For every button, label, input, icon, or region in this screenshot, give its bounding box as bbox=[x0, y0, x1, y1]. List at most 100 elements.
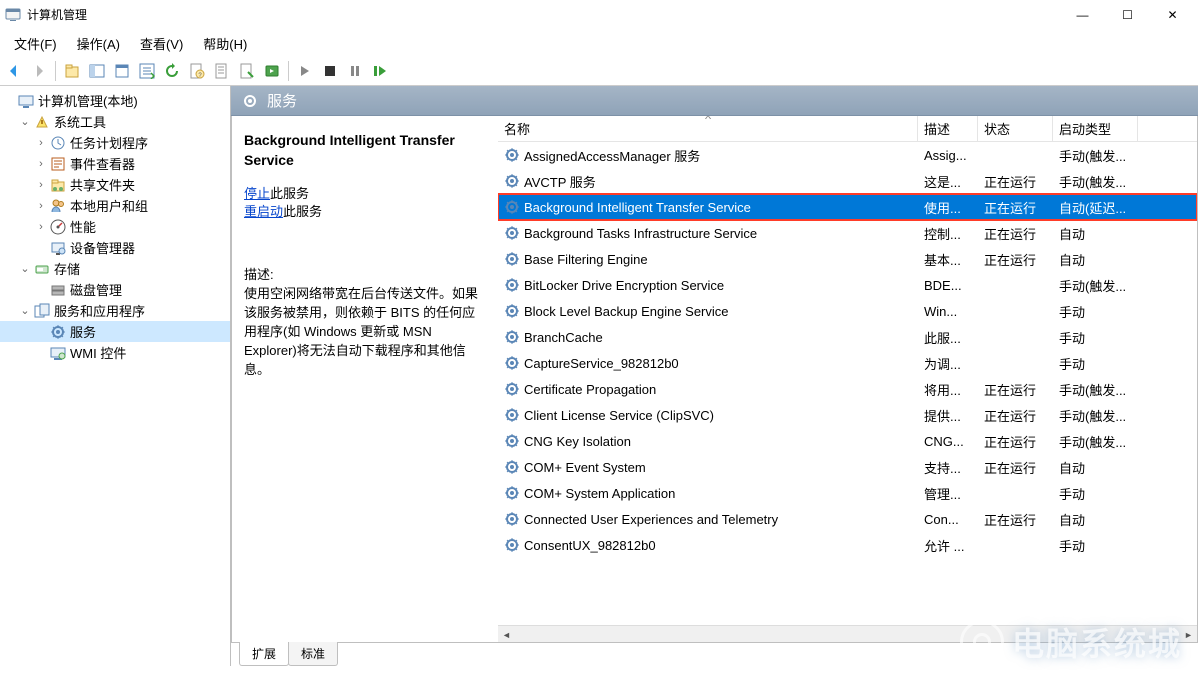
tab-extended[interactable]: 扩展 bbox=[239, 642, 289, 666]
service-name: BranchCache bbox=[524, 330, 603, 345]
tree-disk-management[interactable]: 磁盘管理 bbox=[0, 279, 230, 300]
column-name[interactable]: 名称 bbox=[498, 116, 918, 141]
restart-service-link[interactable]: 重启动 bbox=[244, 204, 283, 219]
service-name: COM+ System Application bbox=[524, 486, 675, 501]
service-desc: 基本... bbox=[918, 250, 978, 269]
expand-icon[interactable]: › bbox=[34, 178, 48, 192]
column-description[interactable]: 描述 bbox=[918, 116, 978, 141]
scroll-left-icon[interactable]: ◄ bbox=[498, 627, 515, 643]
toolbar-btn-2[interactable] bbox=[235, 59, 259, 83]
service-startup: 自动 bbox=[1053, 458, 1138, 477]
service-name: CNG Key Isolation bbox=[524, 434, 631, 449]
service-desc: 将用... bbox=[918, 380, 978, 399]
service-name: Certificate Propagation bbox=[524, 382, 656, 397]
service-startup: 手动 bbox=[1053, 328, 1138, 347]
menu-view[interactable]: 查看(V) bbox=[130, 30, 193, 57]
collapse-icon[interactable]: ⌄ bbox=[18, 115, 32, 129]
properties-button[interactable] bbox=[110, 59, 134, 83]
close-button[interactable]: ✕ bbox=[1150, 0, 1195, 30]
scroll-right-icon[interactable]: ► bbox=[1180, 626, 1197, 642]
service-startup: 自动 bbox=[1053, 510, 1138, 529]
restart-service-button[interactable] bbox=[368, 59, 392, 83]
refresh-button[interactable] bbox=[160, 59, 184, 83]
minimize-button[interactable]: — bbox=[1060, 0, 1105, 30]
service-status: 正在运行 bbox=[978, 458, 1053, 477]
stop-service-button[interactable] bbox=[318, 59, 342, 83]
service-row[interactable]: Background Tasks Infrastructure Service控… bbox=[498, 220, 1197, 246]
service-row[interactable]: Client License Service (ClipSVC)提供...正在运… bbox=[498, 402, 1197, 428]
service-startup: 手动 bbox=[1053, 302, 1138, 321]
tree-event-viewer[interactable]: ›事件查看器 bbox=[0, 153, 230, 174]
toolbar-btn-1[interactable] bbox=[210, 59, 234, 83]
menubar: 文件(F) 操作(A) 查看(V) 帮助(H) bbox=[0, 30, 1198, 56]
tab-standard[interactable]: 标准 bbox=[288, 642, 338, 666]
service-desc: CNG... bbox=[918, 434, 978, 449]
navigation-tree[interactable]: 计算机管理(本地) ⌄系统工具 ›任务计划程序 ›事件查看器 ›共享文件夹 ›本… bbox=[0, 86, 231, 666]
menu-help[interactable]: 帮助(H) bbox=[193, 30, 257, 57]
collapse-icon[interactable]: ⌄ bbox=[18, 262, 32, 276]
service-status: 正在运行 bbox=[978, 172, 1053, 191]
service-desc: 支持... bbox=[918, 458, 978, 477]
expand-icon[interactable]: › bbox=[34, 220, 48, 234]
service-row[interactable]: Base Filtering Engine基本...正在运行自动 bbox=[498, 246, 1197, 272]
service-row[interactable]: COM+ System Application管理...手动 bbox=[498, 480, 1197, 506]
service-row[interactable]: Block Level Backup Engine ServiceWin...手… bbox=[498, 298, 1197, 324]
menu-action[interactable]: 操作(A) bbox=[67, 30, 130, 57]
column-status[interactable]: 状态 bbox=[978, 116, 1053, 141]
view-tabs: 扩展 标准 bbox=[231, 642, 1198, 666]
expand-icon[interactable]: › bbox=[34, 199, 48, 213]
tree-root[interactable]: 计算机管理(本地) bbox=[0, 90, 230, 111]
up-button[interactable] bbox=[60, 59, 84, 83]
service-row[interactable]: CNG Key IsolationCNG...正在运行手动(触发... bbox=[498, 428, 1197, 454]
menu-file[interactable]: 文件(F) bbox=[4, 30, 67, 57]
service-row[interactable]: Connected User Experiences and Telemetry… bbox=[498, 506, 1197, 532]
list-header: 名称 描述 状态 启动类型 bbox=[498, 116, 1197, 142]
service-row[interactable]: ConsentUX_982812b0允许 ...手动 bbox=[498, 532, 1197, 558]
expand-icon[interactable]: › bbox=[34, 136, 48, 150]
column-startup[interactable]: 启动类型 bbox=[1053, 116, 1138, 141]
service-row[interactable]: BitLocker Drive Encryption ServiceBDE...… bbox=[498, 272, 1197, 298]
stop-service-link[interactable]: 停止 bbox=[244, 186, 270, 201]
service-startup: 自动 bbox=[1053, 224, 1138, 243]
service-startup: 手动(触发... bbox=[1053, 432, 1138, 451]
tree-wmi[interactable]: WMI 控件 bbox=[0, 342, 230, 363]
service-row[interactable]: CaptureService_982812b0为调...手动 bbox=[498, 350, 1197, 376]
service-row[interactable]: Background Intelligent Transfer Service使… bbox=[498, 194, 1197, 220]
service-row[interactable]: Certificate Propagation将用...正在运行手动(触发... bbox=[498, 376, 1197, 402]
service-name: Connected User Experiences and Telemetry bbox=[524, 512, 778, 527]
start-service-button[interactable] bbox=[293, 59, 317, 83]
service-desc: 管理... bbox=[918, 484, 978, 503]
service-desc: 使用... bbox=[918, 198, 978, 217]
pause-service-button[interactable] bbox=[343, 59, 367, 83]
service-row[interactable]: BranchCache此服...手动 bbox=[498, 324, 1197, 350]
service-row[interactable]: AssignedAccessManager 服务Assig...手动(触发... bbox=[498, 142, 1197, 168]
tree-storage[interactable]: ⌄存储 bbox=[0, 258, 230, 279]
back-button[interactable] bbox=[2, 59, 26, 83]
collapse-icon[interactable]: ⌄ bbox=[18, 304, 32, 318]
tree-local-users[interactable]: ›本地用户和组 bbox=[0, 195, 230, 216]
service-list[interactable]: 名称 描述 状态 启动类型 AssignedAccessManager 服务As… bbox=[498, 116, 1197, 642]
service-row[interactable]: COM+ Event System支持...正在运行自动 bbox=[498, 454, 1197, 480]
window-title: 计算机管理 bbox=[27, 6, 1060, 23]
expand-icon[interactable]: › bbox=[34, 157, 48, 171]
service-startup: 自动 bbox=[1053, 250, 1138, 269]
service-startup: 手动(触发... bbox=[1053, 146, 1138, 165]
tree-shared-folders[interactable]: ›共享文件夹 bbox=[0, 174, 230, 195]
export-button[interactable] bbox=[135, 59, 159, 83]
maximize-button[interactable]: ☐ bbox=[1105, 0, 1150, 30]
help-button[interactable]: ? bbox=[185, 59, 209, 83]
service-startup: 手动 bbox=[1053, 354, 1138, 373]
tree-task-scheduler[interactable]: ›任务计划程序 bbox=[0, 132, 230, 153]
service-row[interactable]: AVCTP 服务这是...正在运行手动(触发... bbox=[498, 168, 1197, 194]
tree-device-manager[interactable]: 设备管理器 bbox=[0, 237, 230, 258]
horizontal-scrollbar[interactable]: ◄ ► bbox=[498, 625, 1197, 642]
forward-button[interactable] bbox=[27, 59, 51, 83]
tree-system-tools[interactable]: ⌄系统工具 bbox=[0, 111, 230, 132]
service-startup: 手动(触发... bbox=[1053, 276, 1138, 295]
tree-performance[interactable]: ›性能 bbox=[0, 216, 230, 237]
service-status: 正在运行 bbox=[978, 224, 1053, 243]
toolbar-btn-3[interactable] bbox=[260, 59, 284, 83]
tree-services[interactable]: 服务 bbox=[0, 321, 230, 342]
tree-services-apps[interactable]: ⌄服务和应用程序 bbox=[0, 300, 230, 321]
show-hide-button[interactable] bbox=[85, 59, 109, 83]
